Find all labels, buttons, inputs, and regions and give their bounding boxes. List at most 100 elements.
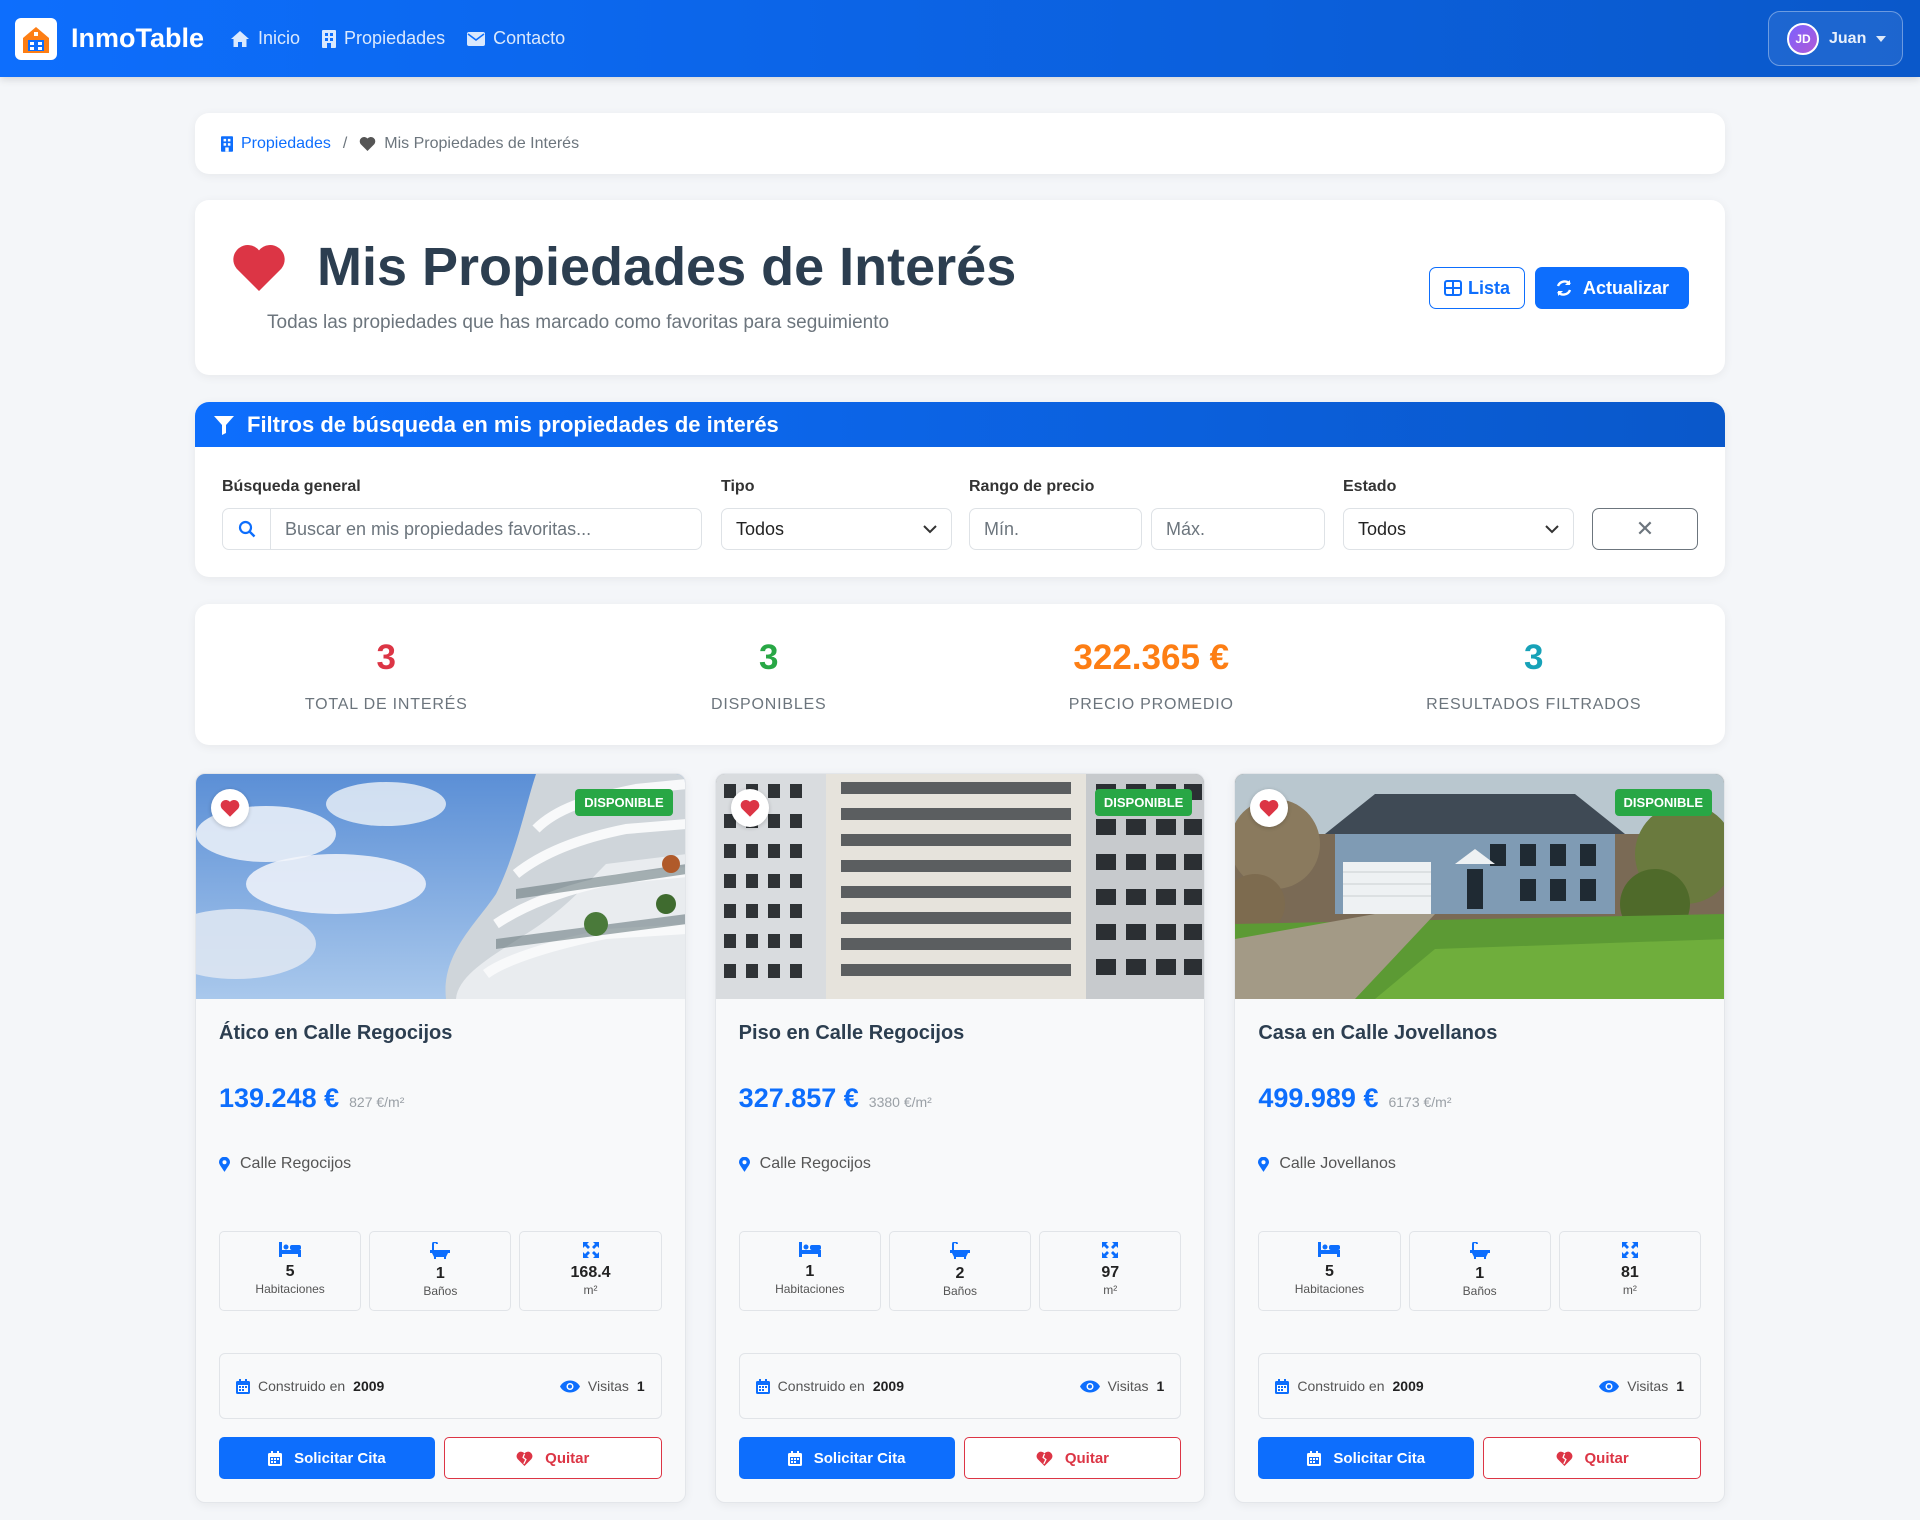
nav-link-label: Inicio — [258, 28, 301, 48]
property-image[interactable]: DISPONIBLE — [196, 774, 685, 999]
property-title[interactable]: Ático en Calle Regocijos — [219, 1022, 662, 1045]
remove-favorite-button[interactable]: Quitar — [963, 1437, 1182, 1479]
visits-label: Visitas — [587, 1378, 629, 1394]
request-appointment-button[interactable]: Solicitar Cita — [738, 1437, 955, 1479]
chevron-down-icon — [923, 524, 937, 533]
property-image[interactable]: DISPONIBLE — [1235, 774, 1725, 999]
quitar-label: Quitar — [1064, 1449, 1110, 1467]
nav-link-label: Propiedades — [344, 28, 446, 48]
breadcrumb-link-propiedades[interactable]: Propiedades — [221, 135, 331, 153]
remove-favorite-button[interactable]: Quitar — [1483, 1437, 1702, 1479]
status-label: Estado — [1343, 478, 1397, 495]
feature-baths: 2 Baños — [888, 1231, 1032, 1311]
stat-precio-promedio: 322.365 € PRECIO PROMEDIO — [960, 604, 1343, 745]
price-min-placeholder: Mín. — [984, 518, 1020, 539]
building-icon — [322, 29, 337, 48]
type-select[interactable]: Todos — [721, 508, 952, 550]
built-year: Construido en 2009 — [755, 1378, 904, 1394]
list-view-label: Lista — [1467, 277, 1510, 298]
property-title[interactable]: Casa en Calle Jovellanos — [1258, 1022, 1701, 1045]
built-year-value: 2009 — [353, 1378, 385, 1394]
caret-down-icon — [1876, 35, 1887, 42]
status-select[interactable]: Todos — [1343, 508, 1574, 550]
clear-filters-button[interactable]: ✕ — [1592, 508, 1698, 550]
bath-icon — [430, 1242, 451, 1259]
property-card[interactable]: DISPONIBLE Piso en Calle Regocijos 327.8… — [714, 773, 1206, 1503]
property-address: Calle Regocijos — [219, 1155, 662, 1173]
property-image[interactable]: DISPONIBLE — [715, 774, 1205, 999]
visits-value: 1 — [636, 1378, 645, 1394]
request-appointment-button[interactable]: Solicitar Cita — [1258, 1437, 1475, 1479]
map-marker-icon — [738, 1156, 750, 1172]
heart-broken-icon — [1556, 1451, 1572, 1466]
remove-favorite-button[interactable]: Quitar — [443, 1437, 662, 1479]
search-label: Búsqueda general — [222, 478, 361, 495]
refresh-icon — [1556, 280, 1572, 296]
cita-label: Solicitar Cita — [294, 1449, 386, 1467]
list-view-button[interactable]: Lista — [1428, 267, 1525, 309]
rooms-label: Habitaciones — [1294, 1282, 1365, 1296]
stat-resultados: 3 RESULTADOS FILTRADOS — [1343, 604, 1726, 745]
rooms-value: 5 — [1325, 1263, 1334, 1280]
refresh-button[interactable]: Actualizar — [1534, 267, 1689, 309]
price-per-m2: 3380 €/m² — [868, 1094, 932, 1110]
page-header: Mis Propiedades de Interés Todas las pro… — [195, 200, 1725, 375]
property-meta: Construido en 2009 Visitas 1 — [1258, 1353, 1702, 1419]
bed-icon — [1318, 1242, 1341, 1257]
address-text: Calle Regocijos — [240, 1155, 352, 1172]
type-label: Tipo — [721, 478, 755, 495]
status-badge: DISPONIBLE — [1094, 789, 1193, 816]
page-title: Mis Propiedades de Interés — [317, 237, 1017, 297]
nav-link-propiedades[interactable]: Propiedades — [322, 28, 445, 49]
property-card[interactable]: DISPONIBLE Ático en Calle Regocijos 139.… — [195, 773, 686, 1503]
property-meta: Construido en 2009 Visitas 1 — [219, 1353, 662, 1419]
property-features: 1 Habitaciones 2 Baños 97 m² — [738, 1231, 1182, 1311]
visits-value: 1 — [1156, 1378, 1165, 1394]
property-meta: Construido en 2009 Visitas 1 — [738, 1353, 1182, 1419]
breadcrumb-current-label: Mis Propiedades de Interés — [384, 134, 580, 152]
heart-broken-icon — [516, 1451, 533, 1466]
property-grid: DISPONIBLE Ático en Calle Regocijos 139.… — [195, 773, 1726, 1503]
feature-area: 81 m² — [1558, 1231, 1701, 1311]
user-menu-button[interactable]: JD Juan — [1768, 11, 1903, 66]
expand-icon — [1621, 1242, 1638, 1258]
favorite-toggle[interactable] — [211, 789, 249, 827]
status-badge: DISPONIBLE — [575, 789, 673, 816]
address-text: Calle Regocijos — [759, 1155, 871, 1172]
favorite-toggle[interactable] — [730, 789, 769, 827]
price-max-input[interactable]: Máx. — [1151, 508, 1325, 550]
stat-disponibles: 3 DISPONIBLES — [578, 604, 961, 745]
price-min-input[interactable]: Mín. — [969, 508, 1142, 550]
navbar: InmoTable Inicio Propiedades Contacto JD… — [0, 0, 1920, 77]
table-icon — [1443, 280, 1462, 296]
search-input[interactable]: Buscar en mis propiedades favoritas... — [222, 508, 702, 550]
property-title[interactable]: Piso en Calle Regocijos — [739, 1022, 1182, 1045]
nav-link-inicio[interactable]: Inicio — [230, 28, 300, 49]
quitar-label: Quitar — [545, 1449, 590, 1467]
nav-link-contacto[interactable]: Contacto — [467, 28, 565, 49]
property-card[interactable]: DISPONIBLE Casa en Calle Jovellanos 499.… — [1234, 773, 1726, 1503]
property-address: Calle Jovellanos — [1258, 1155, 1701, 1173]
visits-count: Visitas 1 — [1599, 1378, 1684, 1394]
stat-label: DISPONIBLES — [710, 696, 827, 713]
expand-icon — [582, 1242, 599, 1258]
eye-icon — [559, 1380, 580, 1392]
price-max-placeholder: Máx. — [1166, 518, 1206, 539]
property-price: 499.989 € — [1258, 1083, 1379, 1113]
calendar-icon — [268, 1450, 283, 1466]
chevron-down-icon — [1545, 524, 1559, 533]
baths-label: Baños — [1462, 1284, 1497, 1298]
baths-value: 1 — [435, 1265, 445, 1282]
brand-name: InmoTable — [71, 23, 205, 53]
status-select-value: Todos — [1358, 518, 1407, 539]
envelope-icon — [467, 31, 486, 46]
area-label: m² — [1622, 1283, 1637, 1297]
brand[interactable]: InmoTable — [15, 17, 205, 60]
visits-value: 1 — [1676, 1378, 1685, 1394]
expand-icon — [1102, 1242, 1119, 1258]
filters-title: Filtros de búsqueda en mis propiedades d… — [247, 411, 779, 437]
price-per-m2: 6173 €/m² — [1388, 1094, 1452, 1110]
property-features: 5 Habitaciones 1 Baños 81 m² — [1258, 1231, 1701, 1311]
status-badge: DISPONIBLE — [1614, 789, 1713, 816]
request-appointment-button[interactable]: Solicitar Cita — [219, 1437, 435, 1479]
